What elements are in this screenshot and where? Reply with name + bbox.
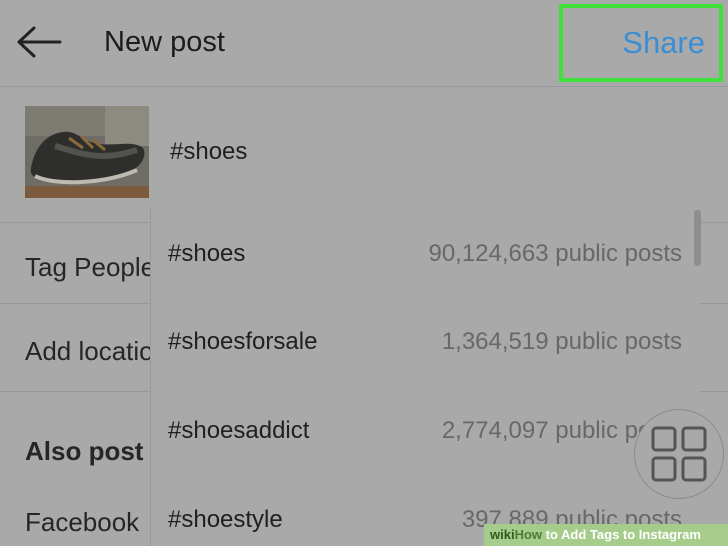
grid-button[interactable]	[634, 409, 724, 499]
suggestion-tag: #shoesaddict	[168, 417, 310, 444]
wikihow-watermark: wikiHow to Add Tags to Instagram	[484, 524, 728, 546]
suggestion-count: 90,124,663 public posts	[428, 240, 682, 267]
suggestion-tag: #shoesforsale	[168, 328, 318, 355]
facebook-option[interactable]: Facebook	[25, 505, 139, 539]
caption-text[interactable]: #shoes	[170, 136, 247, 168]
screen: New post Share #shoes Tag People Add loc…	[0, 0, 728, 546]
grid-icon	[651, 426, 707, 482]
suggestion-count: 1,364,519 public posts	[441, 328, 682, 355]
tag-people-option[interactable]: Tag People	[25, 250, 155, 284]
back-button[interactable]	[14, 24, 64, 60]
suggestion-tag: #shoestyle	[168, 506, 283, 533]
watermark-text: to Add Tags to Instagram	[542, 527, 701, 542]
suggestion-row[interactable]: #shoes 90,124,663 public posts	[151, 212, 699, 300]
page-title: New post	[104, 26, 225, 58]
suggestion-tag: #shoes	[168, 240, 246, 267]
add-location-option[interactable]: Add location	[25, 334, 168, 368]
suggestion-row[interactable]: #shoesaddict 2,774,097 public posts	[151, 389, 699, 477]
caption-row: #shoes	[0, 87, 728, 223]
share-button-label: Share	[622, 25, 705, 60]
watermark-brand-wiki: wiki	[490, 527, 515, 542]
watermark-brand-how: How	[514, 527, 543, 542]
hashtag-suggestions: #shoes 90,124,663 public posts #shoesfor…	[150, 208, 701, 546]
suggestion-row[interactable]: #shoesforsale 1,364,519 public posts	[151, 300, 699, 388]
arrow-left-icon	[17, 26, 62, 58]
post-thumbnail[interactable]	[25, 106, 149, 198]
header: New post Share	[0, 0, 728, 87]
share-button[interactable]: Share	[559, 4, 723, 82]
